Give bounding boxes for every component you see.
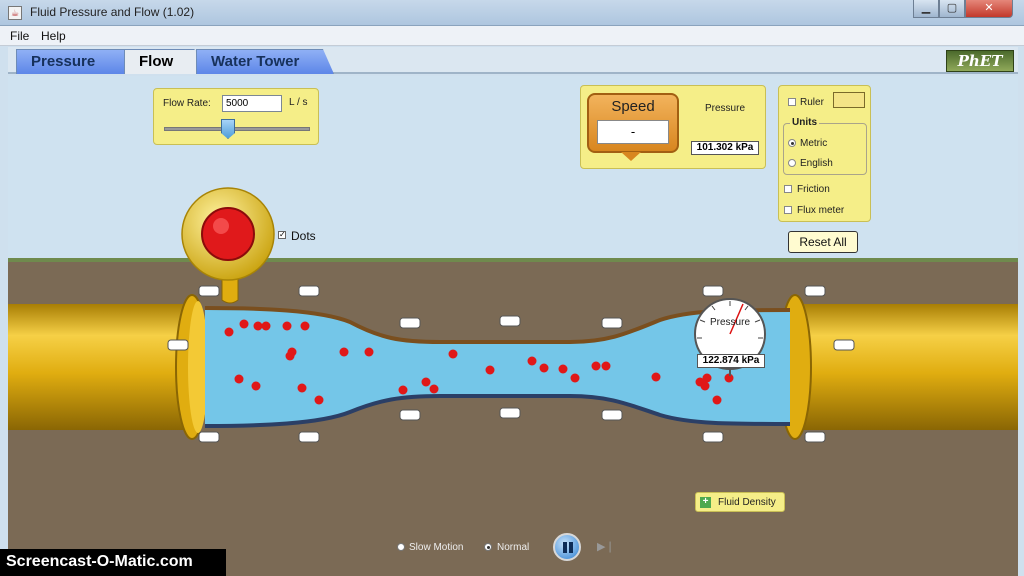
pipe-gauge-label: Pressure	[709, 317, 750, 328]
ruler-label: Ruler	[800, 97, 824, 108]
flow-rate-slider-track[interactable]	[164, 127, 310, 131]
normal-speed-radio[interactable]	[484, 543, 492, 551]
dots-checkbox[interactable]: ✓	[278, 231, 286, 239]
inject-dots-button[interactable]	[201, 207, 255, 261]
slow-motion-label: Slow Motion	[409, 542, 464, 553]
flow-rate-unit: L / s	[289, 97, 308, 108]
flow-rate-panel: Flow Rate: L / s	[153, 88, 319, 145]
expand-plus-icon: +	[700, 497, 711, 508]
left-pipe	[8, 304, 198, 430]
top-gauge-value: 101.302 kPa	[691, 141, 759, 155]
ruler-checkbox[interactable]	[788, 98, 796, 106]
metric-radio[interactable]	[788, 139, 796, 147]
metric-label: Metric	[800, 138, 828, 149]
friction-checkbox[interactable]	[784, 185, 792, 193]
speed-pressure-panel: Speed -	[580, 85, 766, 169]
slow-motion-radio[interactable]	[397, 543, 405, 551]
reset-all-button[interactable]: Reset All	[788, 231, 858, 253]
app-window: ☕ Fluid Pressure and Flow (1.02) ▁ ▢ ✕ F…	[0, 0, 1024, 576]
step-forward-icon[interactable]: ▶❘	[597, 540, 615, 554]
fluid-density-button[interactable]: + Fluid Density	[695, 492, 785, 512]
speedometer[interactable]: Speed -	[587, 93, 679, 153]
normal-speed-label: Normal	[497, 542, 530, 553]
flux-meter-checkbox[interactable]	[784, 206, 792, 214]
units-title: Units	[790, 117, 819, 128]
ruler-icon	[833, 92, 865, 108]
pause-button[interactable]	[553, 533, 581, 561]
options-panel: Ruler Units Metric English Friction Flux…	[778, 85, 871, 222]
flow-rate-input[interactable]	[222, 95, 282, 112]
speed-title: Speed	[611, 98, 655, 115]
friction-label: Friction	[797, 184, 830, 195]
english-radio[interactable]	[788, 159, 796, 167]
units-group: Units Metric English	[783, 117, 867, 175]
top-gauge-label: Pressure	[704, 103, 745, 114]
dots-label: Dots	[291, 229, 316, 243]
speed-value: -	[597, 120, 669, 144]
fluid-density-label: Fluid Density	[718, 497, 776, 508]
flow-rate-label: Flow Rate:	[163, 98, 211, 109]
english-label: English	[800, 158, 833, 169]
right-pipe[interactable]	[800, 304, 1018, 430]
pipe-gauge-value: 122.874 kPa	[697, 354, 765, 368]
speed-pointer	[621, 152, 641, 161]
flux-meter-label: Flux meter	[797, 205, 845, 216]
screencast-watermark: Screencast-O-Matic.com	[0, 549, 226, 576]
flow-rate-slider-thumb[interactable]	[221, 119, 235, 139]
